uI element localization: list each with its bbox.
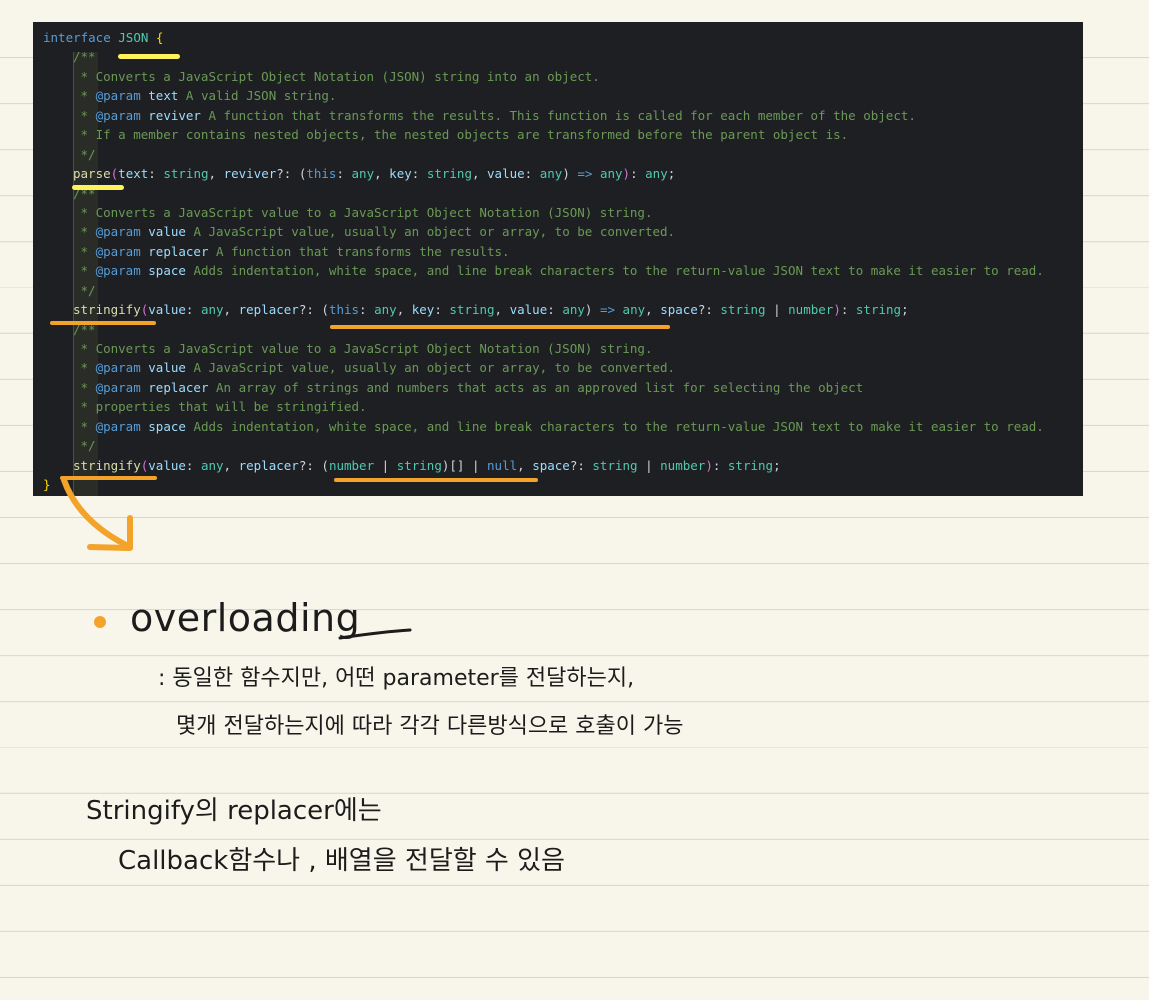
note-line: : 동일한 함수지만, 어떤 parameter를 전달하는지, xyxy=(158,666,635,691)
note-line: Stringify의 replacer에는 xyxy=(86,796,382,826)
arrow-curve xyxy=(61,477,129,548)
bullet-dot xyxy=(94,616,106,628)
note-title: overloading xyxy=(130,596,361,640)
note-line: 몇개 전달하는지에 따라 각각 다른방식으로 호출이 가능 xyxy=(176,714,684,739)
note-line: Callback함수나 , 배열을 전달할 수 있음 xyxy=(118,846,565,876)
